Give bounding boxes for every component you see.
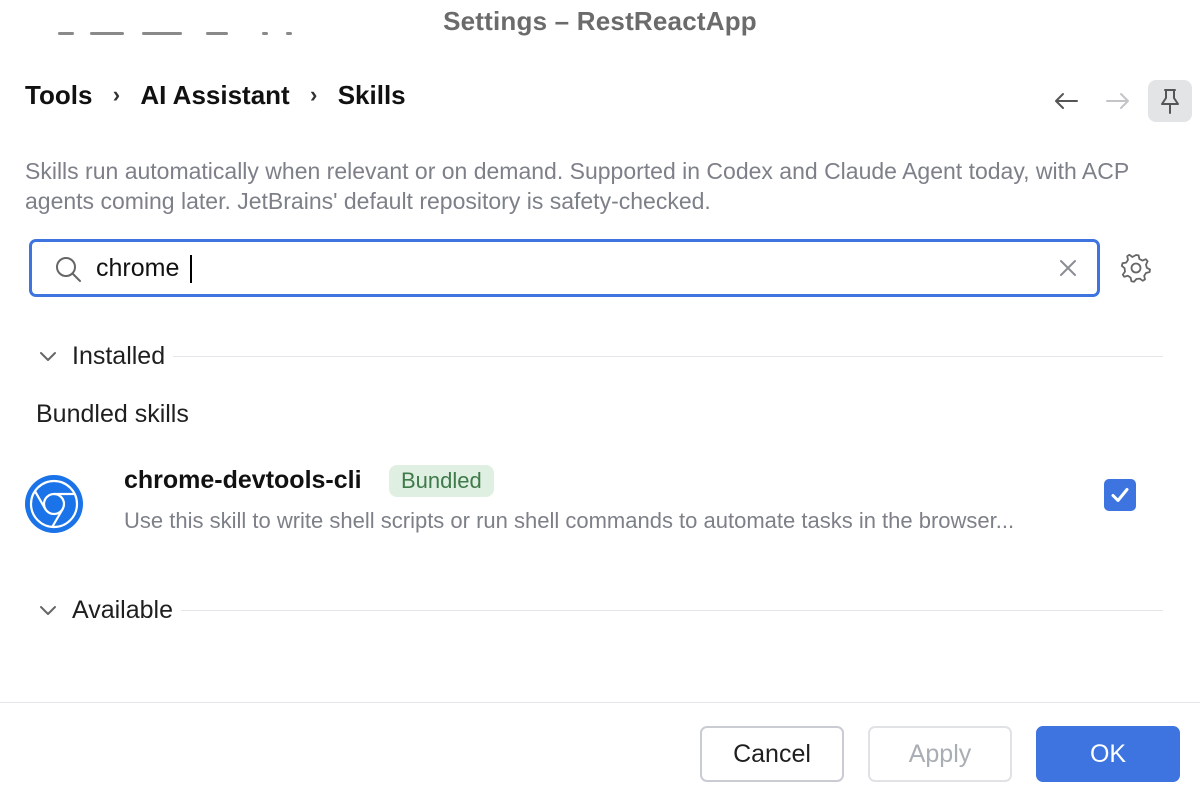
installed-section-header[interactable]: Installed [36,340,1163,372]
chrome-logo-icon [25,475,83,533]
arrow-left-icon [1055,93,1078,109]
breadcrumb: Tools › AI Assistant › Skills [25,78,406,112]
skill-description: Use this skill to write shell scripts or… [124,508,1015,533]
available-section-label: Available [72,595,174,624]
section-divider [181,609,1163,611]
forward-button[interactable] [1096,80,1140,122]
ok-button[interactable]: OK [1036,726,1180,782]
search-input[interactable] [96,250,996,286]
chevron-down-icon [40,606,56,615]
search-field[interactable] [29,239,1100,297]
breadcrumb-separator: › [310,82,318,107]
search-icon [56,257,81,282]
gear-icon[interactable] [1120,252,1152,284]
window-title: Settings – RestReactApp [443,6,757,36]
title-bar: Settings – RestReactApp [0,0,1200,46]
skill-name: chrome-devtools-cli [124,466,362,494]
footer-divider [0,702,1200,703]
chevron-down-icon [40,352,56,361]
installed-section-label: Installed [72,341,166,370]
back-button[interactable] [1044,80,1088,122]
close-icon[interactable] [1057,257,1079,279]
skills-description: Skills run automatically when relevant o… [25,158,1129,214]
pin-icon [1161,89,1179,114]
section-divider [173,355,1163,357]
apply-button[interactable]: Apply [868,726,1012,782]
available-section-header[interactable]: Available [36,594,1163,626]
bundled-skills-heading: Bundled skills [36,400,189,428]
text-caret [190,255,192,283]
bundled-badge: Bundled [389,465,494,497]
checkmark-icon [1111,488,1129,502]
skill-enabled-checkbox[interactable] [1104,479,1136,511]
breadcrumb-separator: › [112,82,121,107]
pin-button[interactable] [1148,80,1192,122]
cancel-button[interactable]: Cancel [700,726,844,782]
arrow-right-icon [1106,93,1129,109]
breadcrumb-item-ai-assistant[interactable]: AI Assistant [140,80,289,111]
breadcrumb-item-tools[interactable]: Tools [25,80,92,111]
breadcrumb-item-skills: Skills [337,79,406,110]
skill-row[interactable]: chrome-devtools-cli Bundled Use this ski… [0,455,1200,555]
